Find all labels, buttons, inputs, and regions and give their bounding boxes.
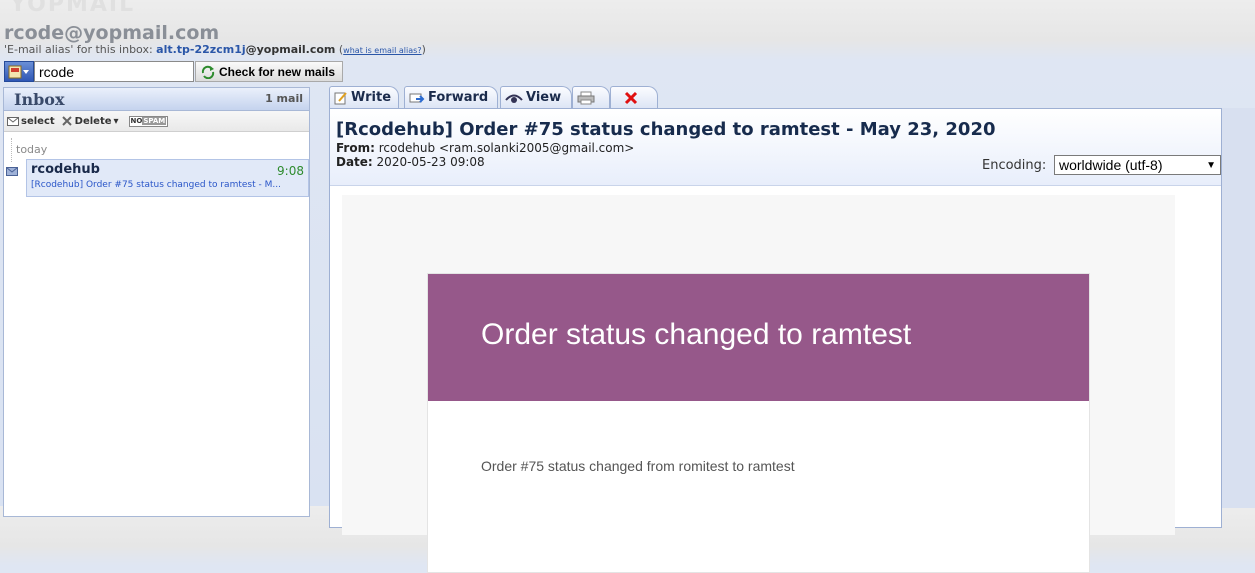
inbox-title: Inbox [14, 90, 65, 109]
tab-write[interactable]: Write [329, 86, 399, 108]
from-value: rcodehub <ram.solanki2005@gmail.com> [374, 141, 635, 155]
check-mails-button[interactable]: Check for new mails [195, 61, 343, 82]
delete-label: Delete [74, 115, 112, 127]
group-divider [11, 138, 13, 162]
view-eye-icon [505, 94, 523, 103]
envelope-icon [7, 116, 19, 126]
alias-help-link[interactable]: what is email alias? [343, 46, 421, 55]
from-label: From: [336, 141, 375, 155]
tab-delete[interactable] [610, 86, 658, 108]
message-subject: [Rcodehub] Order #75 status changed to r… [336, 119, 996, 140]
nospam-spam: SPAM [142, 116, 167, 125]
tab-print[interactable] [572, 86, 610, 108]
nospam-no: NO [130, 116, 143, 125]
select-label: select [21, 115, 55, 127]
email-banner: Order status changed to ramtest [428, 274, 1089, 401]
inbox-header: Inbox 1 mail [4, 88, 309, 111]
date-value: 2020-05-23 09:08 [372, 155, 485, 169]
alias-prefix: 'E-mail alias' for this inbox: [4, 43, 157, 56]
message-date: Date: 2020-05-23 09:08 [336, 155, 485, 169]
delete-button[interactable]: Delete ▾ [61, 115, 119, 127]
group-label-today: today [16, 143, 48, 156]
login-input[interactable] [34, 61, 194, 82]
inbox-toolbar: select Delete ▾ NOSPAM [4, 111, 309, 132]
encoding-label: Encoding: [982, 158, 1047, 173]
inbox-email-address: rcode@yopmail.com [4, 22, 220, 44]
mail-list-item[interactable]: rcodehub 9:08 [Rcodehub] Order #75 statu… [26, 159, 309, 197]
tab-forward-label: Forward [428, 90, 489, 105]
email-card: Order status changed to ramtest Order #7… [427, 273, 1090, 573]
encoding-value: worldwide (utf-8) [1059, 157, 1163, 173]
envelope-icon [6, 167, 18, 176]
window-edge [1222, 108, 1255, 508]
mail-sender: rcodehub [31, 162, 100, 177]
encoding-select[interactable]: worldwide (utf-8) ▼ [1054, 155, 1221, 175]
delete-x-icon [61, 116, 72, 126]
mailbox-icon [8, 65, 29, 79]
mail-subject: [Rcodehub] Order #75 status changed to r… [31, 180, 281, 190]
refresh-icon [201, 65, 215, 79]
select-button[interactable]: select [7, 116, 55, 127]
email-body-canvas: Order status changed to ramtest Order #7… [342, 195, 1175, 573]
printer-icon [577, 91, 595, 104]
inbox-panel: Inbox 1 mail select Delete ▾ NOSPAM toda… [3, 87, 310, 517]
email-heading: Order status changed to ramtest [481, 318, 912, 351]
tab-forward[interactable]: Forward [404, 86, 498, 108]
check-mails-label: Check for new mails [219, 64, 336, 79]
alias-help-close: ) [421, 43, 426, 56]
tab-view[interactable]: View [500, 86, 572, 108]
yopmail-logo: YOPMAIL [10, 0, 136, 17]
write-icon [334, 91, 347, 104]
chevron-down-icon: ▾ [113, 115, 119, 127]
chevron-down-icon: ▼ [1206, 159, 1216, 171]
tab-view-label: View [526, 90, 562, 105]
alias-domain: @yopmail.com [245, 43, 336, 56]
close-icon [624, 91, 638, 104]
message-from: From: rcodehub <ram.solanki2005@gmail.co… [336, 141, 634, 155]
inbox-count: 1 mail [265, 92, 303, 105]
date-label: Date: [336, 155, 373, 169]
alias-line: 'E-mail alias' for this inbox: alt.tp-22… [4, 43, 426, 56]
tab-write-label: Write [351, 90, 392, 105]
nospam-button[interactable]: NOSPAM [128, 115, 169, 127]
message-header: [Rcodehub] Order #75 status changed to r… [330, 109, 1221, 186]
forward-icon [409, 93, 425, 103]
mail-time: 9:08 [277, 164, 304, 178]
message-pane: [Rcodehub] Order #75 status changed to r… [329, 108, 1222, 573]
email-body-text: Order #75 status changed from romitest t… [481, 458, 795, 474]
alias-value: alt.tp-22zcm1j [156, 43, 246, 56]
inbox-menu-button[interactable] [4, 61, 34, 82]
